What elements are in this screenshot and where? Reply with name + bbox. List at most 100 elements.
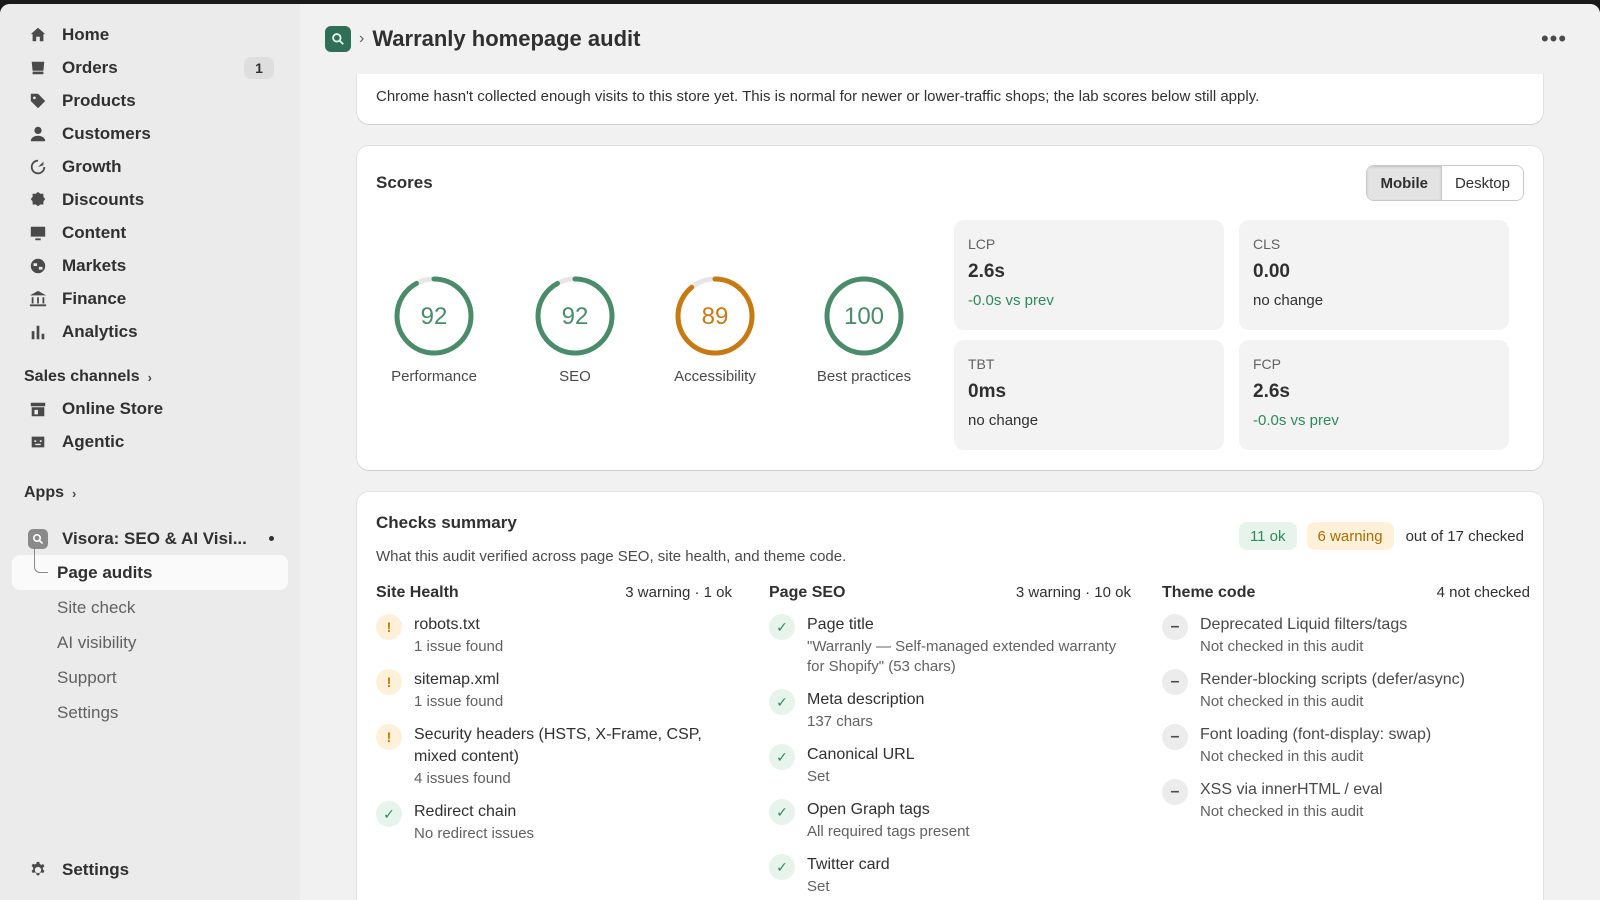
check-name: sitemap.xml bbox=[414, 671, 500, 688]
score-gauge-seo: 92 SEO bbox=[505, 274, 645, 385]
home-icon bbox=[28, 25, 48, 45]
sidebar-item-discounts[interactable]: Discounts bbox=[12, 183, 288, 216]
check-item: ✓ Open Graph tags All required tags presen… bbox=[769, 799, 1131, 842]
check-column-page-seo: Page SEO 3 warning · 10 ok ✓ Page title "War… bbox=[769, 584, 1131, 897]
score-gauge-best-practices: 100 Best practices bbox=[794, 274, 934, 385]
check-item: ! robots.txt 1 issue found bbox=[376, 614, 732, 657]
check-detail: Not checked in this audit bbox=[1200, 693, 1364, 710]
sidebar-item-analytics[interactable]: Analytics bbox=[12, 315, 288, 348]
sidebar-item-products[interactable]: Products bbox=[12, 84, 288, 117]
app-nav-label: Page audits bbox=[57, 562, 153, 582]
agentic-icon bbox=[28, 432, 48, 452]
app-nav-label: Support bbox=[57, 667, 117, 687]
sidebar-item-home[interactable]: Home bbox=[12, 18, 288, 51]
check-item: ✓ Redirect chain No redirect issues bbox=[376, 801, 732, 844]
sidebar-item-agentic[interactable]: Agentic bbox=[12, 425, 288, 458]
sidebar-item-orders[interactable]: Orders 1 bbox=[12, 51, 288, 84]
app-nav-label: Settings bbox=[57, 702, 119, 722]
column-title: Theme code bbox=[1162, 584, 1256, 601]
sidebar-item-label: Markets bbox=[62, 255, 127, 275]
check-detail: Set bbox=[807, 878, 830, 895]
minus-icon: – bbox=[1162, 669, 1188, 695]
ok-count-badge: 11 ok bbox=[1238, 522, 1297, 550]
gear-icon bbox=[28, 860, 48, 880]
chevron-right-icon: › bbox=[147, 369, 152, 385]
app-nav-support[interactable]: Support bbox=[12, 660, 288, 695]
sidebar-item-label: Settings bbox=[62, 859, 130, 879]
app-visora[interactable]: Visora: SEO & AI Visi... bbox=[12, 522, 288, 555]
metric-name: LCP bbox=[968, 236, 996, 252]
app-nav-label: Site check bbox=[57, 597, 136, 617]
app-name: Visora: SEO & AI Visi... bbox=[62, 528, 247, 548]
growth-icon bbox=[28, 157, 48, 177]
app-nav-site-check[interactable]: Site check bbox=[12, 590, 288, 625]
metric-name: FCP bbox=[1253, 356, 1281, 372]
column-header: Page SEO 3 warning · 10 ok bbox=[769, 584, 1131, 602]
sidebar-item-growth[interactable]: Growth bbox=[12, 150, 288, 183]
app-nav-page-audits[interactable]: Page audits bbox=[12, 547, 288, 590]
metric-value: 0.00 bbox=[1253, 261, 1290, 282]
app-nav-ai-visibility[interactable]: AI visibility bbox=[12, 625, 288, 660]
metric-delta: no change bbox=[1253, 292, 1324, 309]
checks-totals: 11 ok 6 warning out of 17 checked bbox=[1238, 522, 1524, 550]
column-count: 3 warning · 1 ok bbox=[625, 584, 732, 601]
warning-icon: ! bbox=[376, 614, 402, 640]
column-title: Site Health bbox=[376, 584, 459, 601]
sidebar-item-content[interactable]: Content bbox=[12, 216, 288, 249]
sidebar-item-customers[interactable]: Customers bbox=[12, 117, 288, 150]
check-detail: "Warranly — Self-managed extended warran… bbox=[807, 638, 1117, 675]
sidebar-item-online-store[interactable]: Online Store bbox=[12, 392, 288, 425]
tag-icon bbox=[28, 91, 48, 111]
check-name: Twitter card bbox=[807, 856, 890, 873]
scores-card: Scores Mobile Desktop 92 Performance 92 SEO… bbox=[357, 146, 1543, 470]
warning-icon: ! bbox=[376, 669, 402, 695]
column-count: 4 not checked bbox=[1436, 584, 1530, 601]
check-icon: ✓ bbox=[769, 854, 795, 880]
more-actions-icon[interactable]: ••• bbox=[1538, 23, 1570, 55]
sales-channels-list: Online Store Agentic bbox=[12, 392, 288, 458]
sidebar-item-label: Analytics bbox=[62, 321, 138, 341]
column-header: Site Health 3 warning · 1 ok bbox=[376, 584, 732, 602]
sidebar-item-markets[interactable]: Markets bbox=[12, 249, 288, 282]
check-detail: All required tags present bbox=[807, 823, 970, 840]
check-item: ! Security headers (HSTS, X-Frame, CSP, m… bbox=[376, 724, 732, 789]
svg-text:92: 92 bbox=[562, 303, 589, 330]
main-content: Chrome hasn't collected enough visits to… bbox=[300, 4, 1600, 900]
gauge-label: Accessibility bbox=[674, 368, 756, 385]
sidebar-item-finance[interactable]: Finance bbox=[12, 282, 288, 315]
gauge-label: Performance bbox=[391, 368, 477, 385]
check-name: robots.txt bbox=[414, 616, 480, 633]
column-title: Page SEO bbox=[769, 584, 846, 601]
device-toggle: Mobile Desktop bbox=[1366, 165, 1524, 201]
check-item: – XSS via innerHTML / eval Not checked in … bbox=[1162, 779, 1530, 822]
check-detail: Not checked in this audit bbox=[1200, 638, 1364, 655]
minus-icon: – bbox=[1162, 779, 1188, 805]
discount-icon bbox=[28, 190, 48, 210]
sales-channels-header[interactable]: Sales channels › bbox=[12, 362, 288, 392]
bank-icon bbox=[28, 289, 48, 309]
visora-app-icon[interactable] bbox=[325, 26, 351, 52]
metric-delta: -0.0s vs prev bbox=[968, 292, 1054, 309]
app-nav-settings[interactable]: Settings bbox=[12, 695, 288, 730]
check-detail: 1 issue found bbox=[414, 638, 504, 655]
metric-name: TBT bbox=[968, 356, 995, 372]
mobile-toggle-button[interactable]: Mobile bbox=[1367, 166, 1441, 200]
gauge-ring: 92 bbox=[535, 276, 615, 356]
sidebar-item-label: Products bbox=[62, 90, 136, 110]
content-icon bbox=[28, 223, 48, 243]
check-detail: Not checked in this audit bbox=[1200, 748, 1364, 765]
apps-label: Apps bbox=[24, 484, 64, 501]
metric-fcp: FCP 2.6s -0.0s vs prev bbox=[1239, 340, 1509, 450]
scores-title: Scores bbox=[376, 173, 433, 192]
desktop-toggle-button[interactable]: Desktop bbox=[1440, 166, 1523, 200]
sidebar-item-settings[interactable]: Settings bbox=[12, 853, 288, 886]
check-detail: 1 issue found bbox=[414, 693, 504, 710]
check-item: ✓ Page title "Warranly — Self-managed exte… bbox=[769, 614, 1131, 677]
app-sub-nav: Page audits Site check AI visibility Suppor… bbox=[12, 547, 288, 730]
apps-header[interactable]: Apps › bbox=[12, 478, 288, 508]
page-title: Warranly homepage audit bbox=[372, 26, 641, 51]
check-name: Canonical URL bbox=[807, 746, 915, 763]
svg-text:100: 100 bbox=[844, 303, 884, 330]
metric-delta: -0.0s vs prev bbox=[1253, 412, 1339, 429]
check-detail: 4 issues found bbox=[414, 770, 511, 787]
